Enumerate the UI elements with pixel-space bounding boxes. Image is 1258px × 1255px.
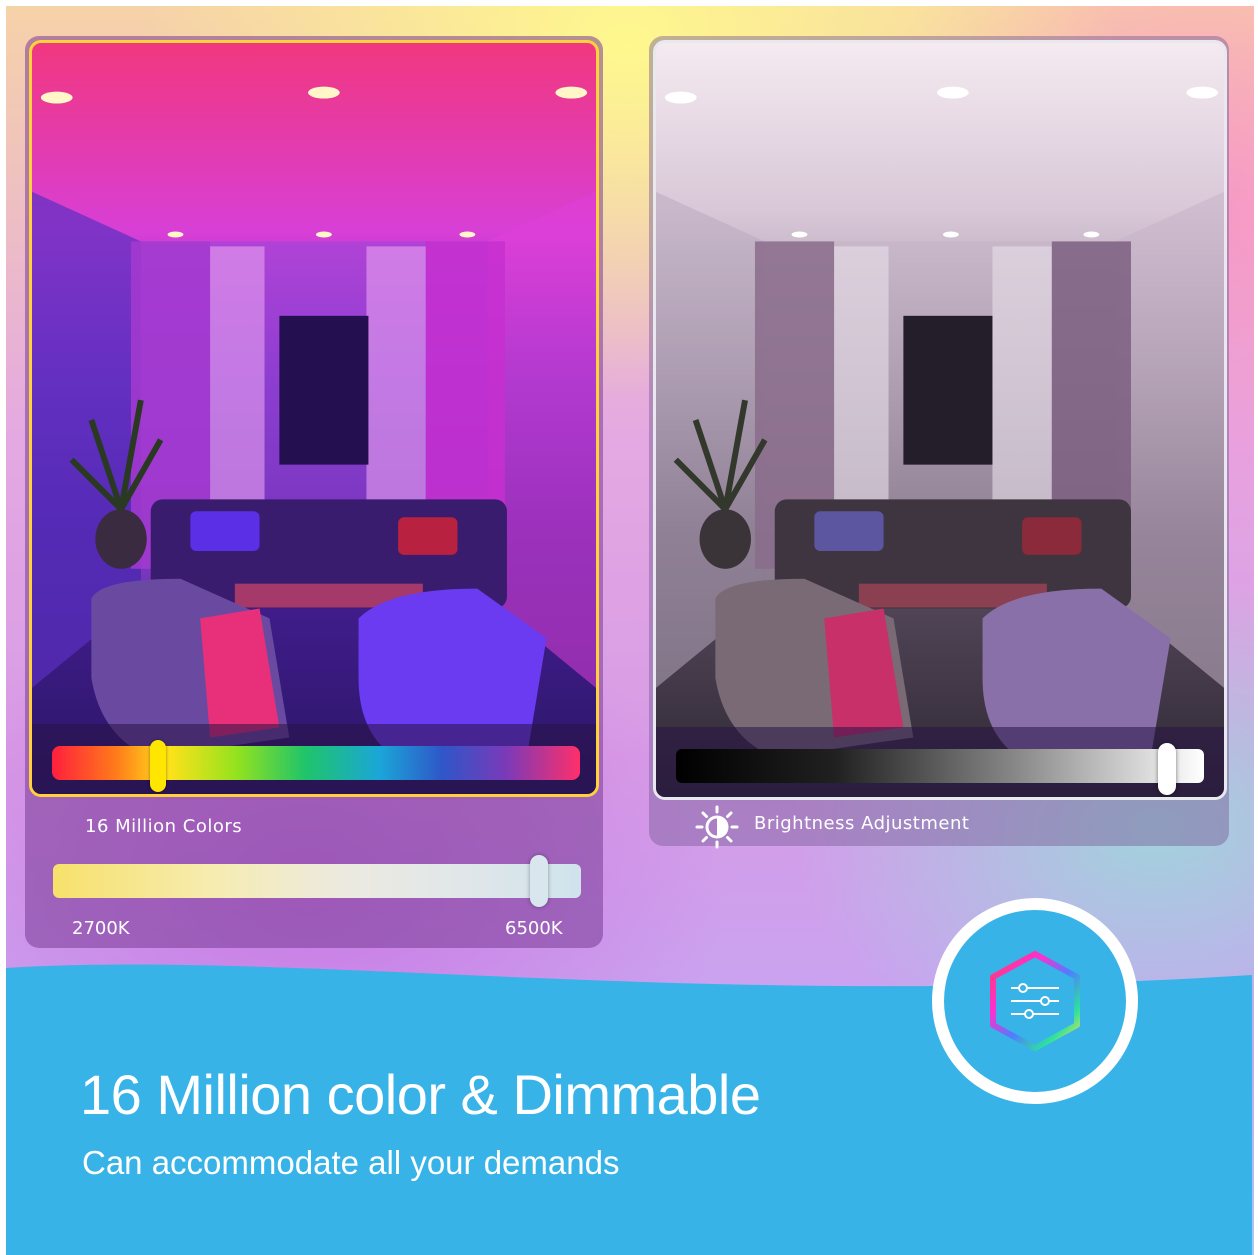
headline: 16 Million color & Dimmable bbox=[80, 1063, 761, 1126]
sliders-hexagon-icon bbox=[990, 951, 1080, 1051]
subheadline: Can accommodate all your demands bbox=[82, 1144, 620, 1181]
